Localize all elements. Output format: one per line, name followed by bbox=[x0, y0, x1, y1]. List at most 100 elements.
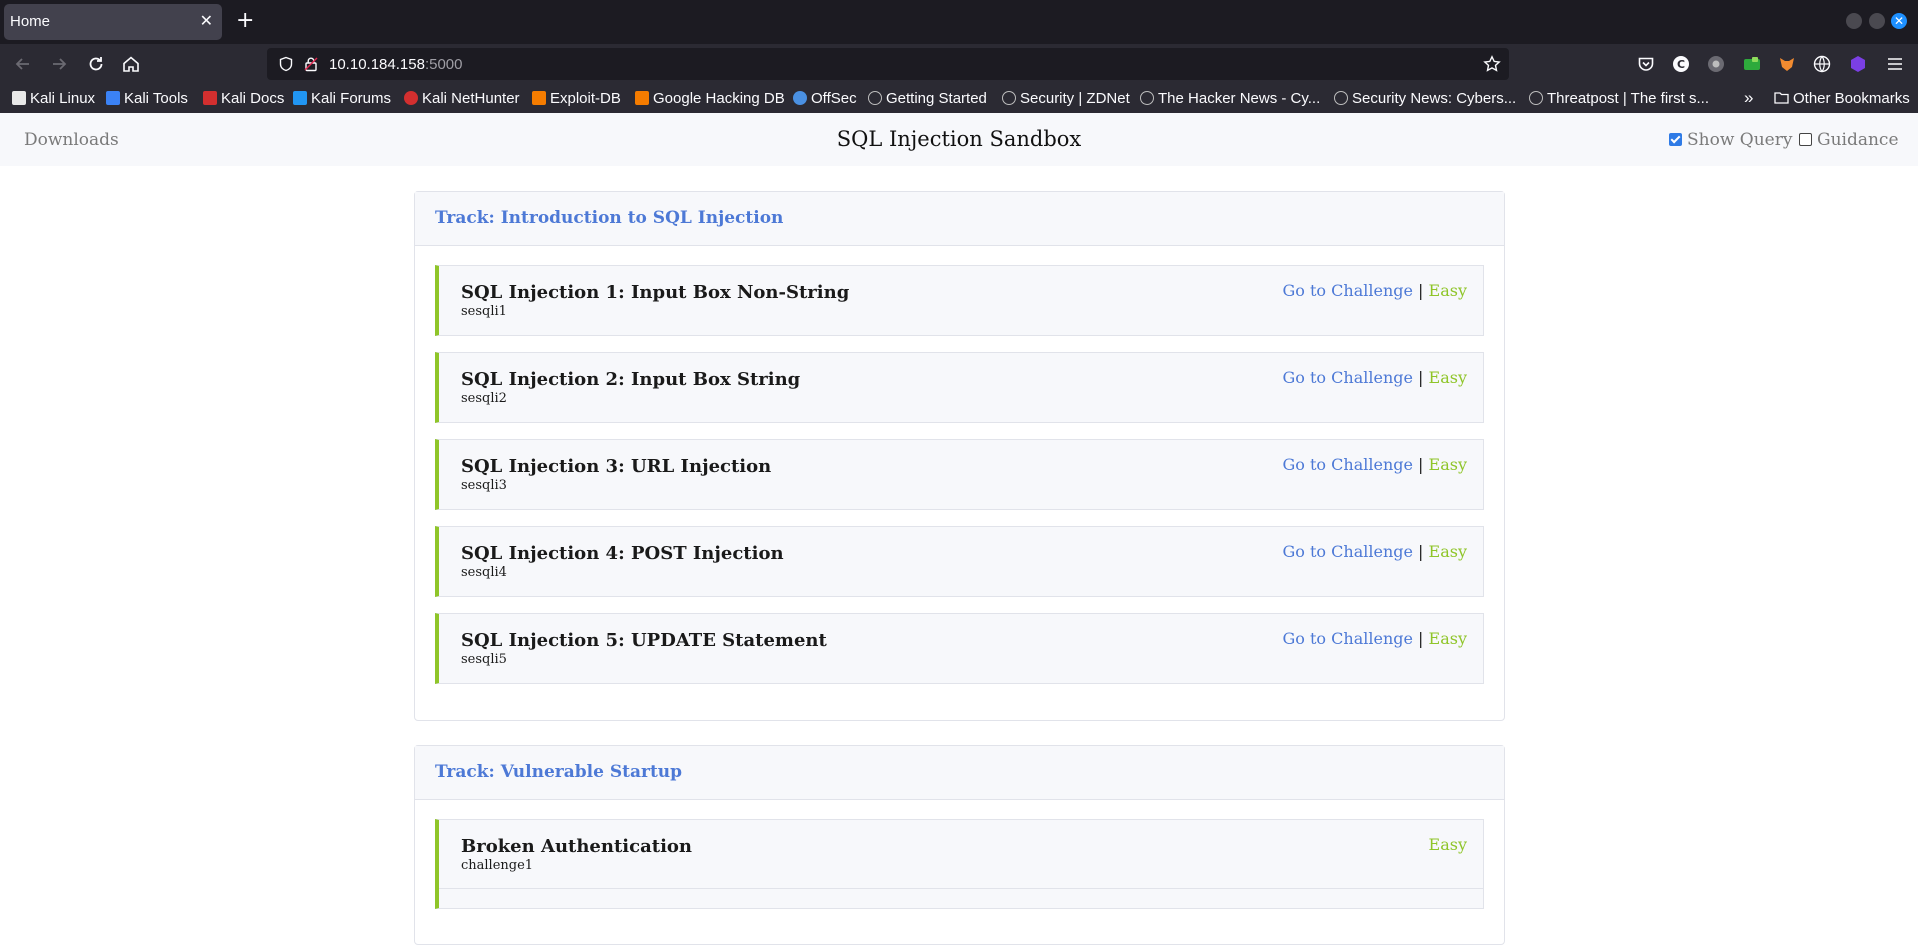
challenge-actions: Go to Challenge | Easy bbox=[1283, 281, 1468, 300]
bookmark-kali-tools[interactable]: Kali Tools bbox=[106, 90, 188, 107]
tab-close-icon[interactable]: ✕ bbox=[200, 12, 213, 30]
ghdb-icon bbox=[635, 91, 649, 105]
challenge-card: SQL Injection 5: UPDATE Statement sesqli… bbox=[435, 613, 1484, 684]
new-tab-button[interactable]: + bbox=[236, 10, 254, 32]
bookmark-kali-docs[interactable]: Kali Docs bbox=[203, 90, 284, 107]
lock-icon[interactable] bbox=[303, 56, 319, 72]
challenge-actions: Go to Challenge | Easy bbox=[1283, 368, 1468, 387]
track-card-vulnerable-startup: Track: Vulnerable Startup Broken Authent… bbox=[414, 745, 1505, 945]
bookmark-hacker-news[interactable]: The Hacker News - Cy... bbox=[1140, 90, 1320, 107]
navigation-bar: 10.10.184.158:5000 C bbox=[0, 44, 1918, 85]
challenge-id: sesqli4 bbox=[461, 565, 507, 580]
bookmark-getting-started[interactable]: Getting Started bbox=[868, 90, 987, 107]
offsec-icon bbox=[793, 91, 807, 105]
kali-docs-icon bbox=[203, 91, 217, 105]
extension-globe-icon[interactable] bbox=[1813, 55, 1831, 73]
globe-icon bbox=[1002, 91, 1016, 105]
extension-green-icon[interactable] bbox=[1743, 55, 1761, 73]
bookmark-label: Kali Linux bbox=[30, 90, 96, 107]
minimize-button[interactable] bbox=[1846, 13, 1862, 29]
bookmarks-toolbar: Kali Linux Kali Tools Kali Docs Kali For… bbox=[0, 85, 1918, 113]
challenge-title: SQL Injection 2: Input Box String bbox=[461, 369, 801, 390]
kali-tools-icon bbox=[106, 91, 120, 105]
separator: | bbox=[1418, 629, 1424, 648]
track-header: Track: Introduction to SQL Injection bbox=[415, 192, 1504, 246]
bookmark-security-news[interactable]: Security News: Cybers... bbox=[1334, 90, 1516, 107]
shield-icon[interactable] bbox=[278, 56, 294, 72]
page-title: SQL Injection Sandbox bbox=[836, 127, 1082, 151]
track-header: Track: Vulnerable Startup bbox=[415, 746, 1504, 800]
bookmark-zdnet[interactable]: Security | ZDNet bbox=[1002, 90, 1130, 107]
other-bookmarks[interactable]: Other Bookmarks bbox=[1774, 90, 1910, 107]
difficulty-badge: Easy bbox=[1428, 455, 1467, 474]
bookmark-label: Kali Docs bbox=[221, 90, 285, 107]
browser-tab-home[interactable]: Home ✕ bbox=[4, 4, 222, 40]
bookmark-label: Security News: Cybers... bbox=[1352, 90, 1517, 107]
globe-icon bbox=[1529, 91, 1543, 105]
go-to-challenge-link[interactable]: Go to Challenge bbox=[1283, 368, 1413, 387]
nethunter-icon bbox=[404, 91, 418, 105]
challenge-actions: Go to Challenge | Easy bbox=[1283, 455, 1468, 474]
difficulty-badge: Easy bbox=[1428, 368, 1467, 387]
go-to-challenge-link[interactable]: Go to Challenge bbox=[1283, 629, 1413, 648]
go-to-challenge-link[interactable]: Go to Challenge bbox=[1283, 281, 1413, 300]
challenge-actions: Easy bbox=[1429, 835, 1467, 854]
reload-icon[interactable] bbox=[86, 54, 106, 74]
bookmark-label: Security | ZDNet bbox=[1020, 90, 1130, 107]
go-to-challenge-link[interactable]: Go to Challenge bbox=[1283, 542, 1413, 561]
bookmark-google-hacking-db[interactable]: Google Hacking DB bbox=[635, 90, 785, 107]
bookmark-kali-linux[interactable]: Kali Linux bbox=[12, 90, 95, 107]
difficulty-badge: Easy bbox=[1428, 542, 1467, 561]
url-text: 10.10.184.158:5000 bbox=[329, 56, 462, 73]
challenge-id: challenge1 bbox=[461, 858, 534, 873]
go-to-challenge-link[interactable]: Go to Challenge bbox=[1283, 455, 1413, 474]
site-header: Downloads SQL Injection Sandbox Show Que… bbox=[0, 113, 1918, 166]
guidance-checkbox[interactable] bbox=[1799, 133, 1812, 146]
pocket-icon[interactable] bbox=[1637, 55, 1655, 73]
bookmark-label: Exploit-DB bbox=[550, 90, 621, 107]
bookmark-label: Kali Tools bbox=[124, 90, 188, 107]
globe-icon bbox=[868, 91, 882, 105]
challenge-actions: Go to Challenge | Easy bbox=[1283, 629, 1468, 648]
close-window-button[interactable]: ✕ bbox=[1891, 13, 1907, 29]
track-card-intro-sqli: Track: Introduction to SQL Injection SQL… bbox=[414, 191, 1505, 721]
extension-gray-icon[interactable] bbox=[1707, 55, 1725, 73]
svg-text:C: C bbox=[1677, 58, 1685, 71]
globe-icon bbox=[1334, 91, 1348, 105]
back-icon[interactable] bbox=[13, 54, 33, 74]
challenge-card: SQL Injection 3: URL Injection sesqli3 G… bbox=[435, 439, 1484, 510]
guidance-label: Guidance bbox=[1817, 130, 1899, 150]
maximize-button[interactable] bbox=[1869, 13, 1885, 29]
forward-icon[interactable] bbox=[49, 54, 69, 74]
bookmark-threatpost[interactable]: Threatpost | The first s... bbox=[1529, 90, 1709, 107]
extension-purple-icon[interactable] bbox=[1849, 55, 1867, 73]
separator: | bbox=[1418, 368, 1424, 387]
bookmark-label: OffSec bbox=[811, 90, 857, 107]
show-query-checkbox[interactable] bbox=[1669, 133, 1682, 146]
bookmark-offsec[interactable]: OffSec bbox=[793, 90, 857, 107]
challenge-actions: Go to Challenge | Easy bbox=[1283, 542, 1468, 561]
challenge-title: Broken Authentication bbox=[461, 836, 692, 857]
bookmark-star-icon[interactable] bbox=[1483, 55, 1501, 73]
guidance-toggle[interactable]: Guidance bbox=[1799, 130, 1899, 150]
bookmarks-overflow-icon[interactable]: » bbox=[1744, 88, 1753, 108]
bookmark-kali-forums[interactable]: Kali Forums bbox=[293, 90, 391, 107]
bookmark-label: Getting Started bbox=[886, 90, 987, 107]
challenge-id: sesqli5 bbox=[461, 652, 507, 667]
difficulty-badge: Easy bbox=[1428, 281, 1467, 300]
kali-forums-icon bbox=[293, 91, 307, 105]
bookmark-exploit-db[interactable]: Exploit-DB bbox=[532, 90, 621, 107]
url-bar[interactable]: 10.10.184.158:5000 bbox=[267, 48, 1509, 80]
bookmark-label: Google Hacking DB bbox=[653, 90, 785, 107]
challenge-card: SQL Injection 1: Input Box Non-String se… bbox=[435, 265, 1484, 336]
challenge-id: sesqli2 bbox=[461, 391, 507, 406]
show-query-toggle[interactable]: Show Query bbox=[1669, 130, 1792, 150]
menu-icon[interactable] bbox=[1886, 55, 1904, 73]
challenge-title: SQL Injection 3: URL Injection bbox=[461, 456, 772, 477]
home-icon[interactable] bbox=[121, 54, 141, 74]
separator: | bbox=[1418, 542, 1424, 561]
bookmark-label: The Hacker News - Cy... bbox=[1158, 90, 1321, 107]
bookmark-kali-nethunter[interactable]: Kali NetHunter bbox=[404, 90, 520, 107]
extension-c-icon[interactable]: C bbox=[1672, 55, 1690, 73]
extension-fox-icon[interactable] bbox=[1778, 55, 1796, 73]
